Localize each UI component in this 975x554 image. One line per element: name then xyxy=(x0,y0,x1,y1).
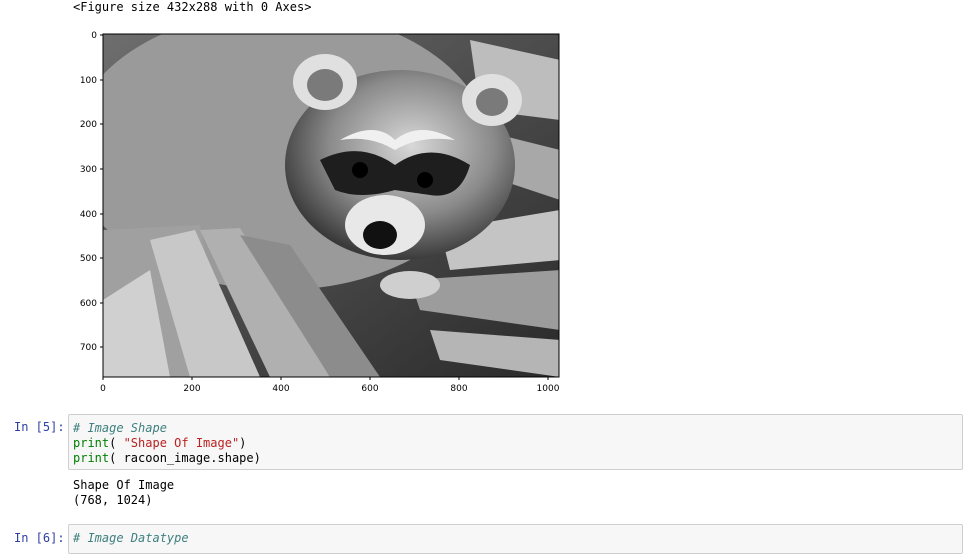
x-tick-label: 0 xyxy=(100,384,106,394)
cell-prompt: In [5]: xyxy=(14,420,65,434)
raccoon-plot: 0 100 200 300 400 500 600 700 0 200 400 … xyxy=(80,31,560,394)
code-line: # Image Shape xyxy=(73,421,167,436)
y-tick-label: 300 xyxy=(80,165,97,175)
code-line: print( racoon_image.shape) xyxy=(73,451,261,466)
code-punct: ) xyxy=(239,436,247,450)
y-tick-label: 100 xyxy=(80,76,97,86)
code-comment: # Image Datatype xyxy=(73,531,189,545)
code-cell-input[interactable]: # Image Shape print( "Shape Of Image") p… xyxy=(68,414,963,470)
y-tick-label: 0 xyxy=(91,31,97,41)
cell-output-line: (768, 1024) xyxy=(73,493,153,507)
code-punct: ( xyxy=(109,451,124,465)
code-builtin: print xyxy=(73,436,110,450)
code-punct: ( xyxy=(109,436,124,450)
code-line: # Image Datatype xyxy=(73,531,189,546)
code-cell-input[interactable]: # Image Datatype xyxy=(68,524,963,554)
raccoon-image-icon xyxy=(103,34,559,377)
x-tick-label: 800 xyxy=(450,384,467,394)
code-string: "Shape Of Image" xyxy=(123,436,240,450)
x-axis: 0 200 400 600 800 1000 xyxy=(100,377,560,394)
x-tick-label: 1000 xyxy=(537,384,560,394)
y-tick-label: 200 xyxy=(80,120,97,130)
cell-output-line: Shape Of Image xyxy=(73,478,175,492)
y-tick-label: 400 xyxy=(80,210,97,220)
x-tick-label: 600 xyxy=(361,384,378,394)
code-line: print( "Shape Of Image") xyxy=(73,436,246,451)
x-tick-label: 400 xyxy=(272,384,289,394)
y-tick-label: 500 xyxy=(80,254,97,264)
y-tick-label: 600 xyxy=(80,299,97,309)
code-comment: # Image Shape xyxy=(73,421,167,435)
y-axis: 0 100 200 300 400 500 600 700 xyxy=(80,31,103,353)
y-tick-label: 700 xyxy=(80,343,97,353)
cell-prompt: In [6]: xyxy=(14,531,65,545)
code-punct: ) xyxy=(253,451,261,465)
x-tick-label: 200 xyxy=(183,384,200,394)
code-text: racoon_image.shape xyxy=(123,451,254,465)
code-builtin: print xyxy=(73,451,110,465)
